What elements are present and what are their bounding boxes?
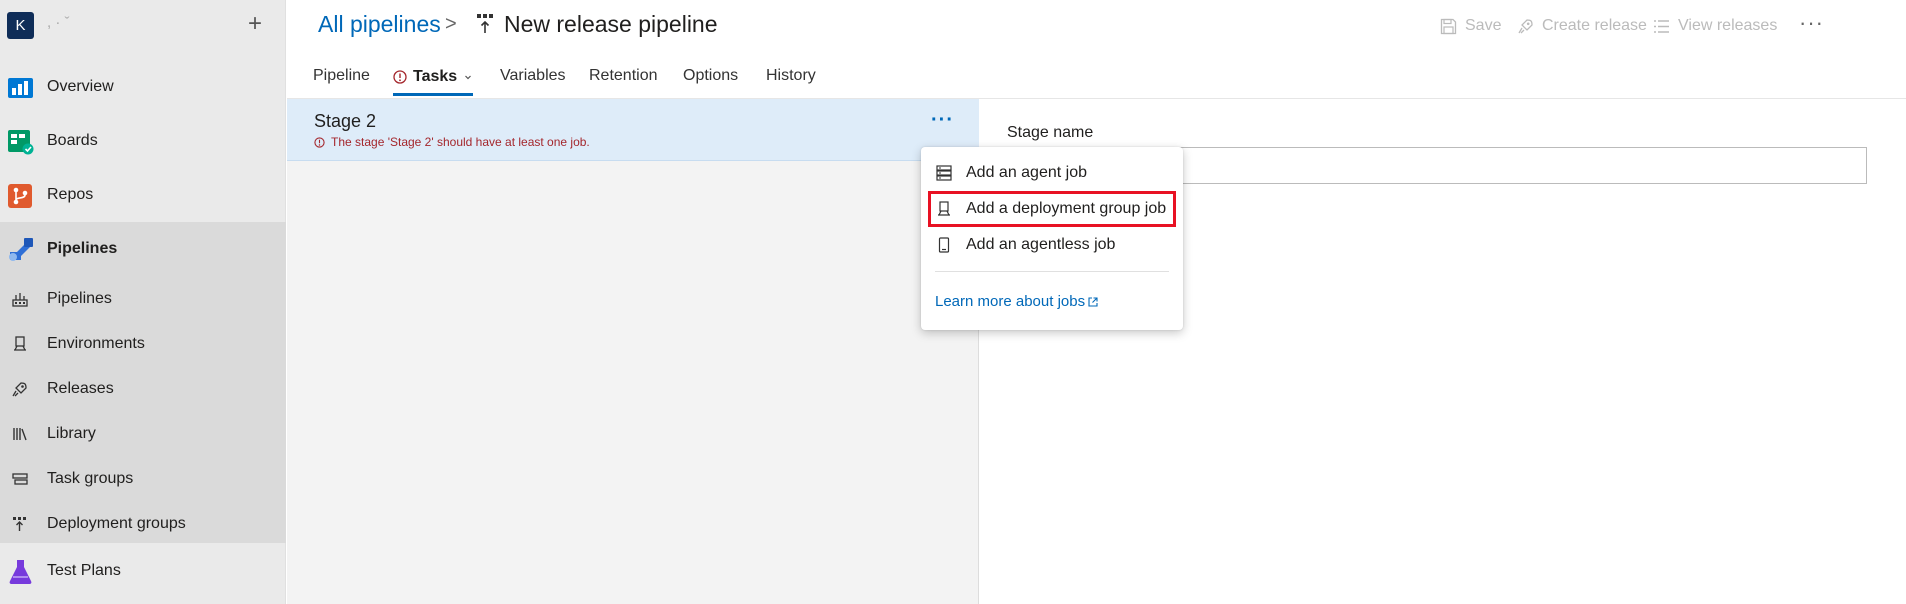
pipeline-canvas: Stage 2 The stage 'Stage 2' should have … xyxy=(287,99,979,604)
agentless-job-icon xyxy=(938,237,950,253)
learn-more-label: Learn more about jobs xyxy=(935,293,1086,310)
tab-pipeline[interactable]: Pipeline xyxy=(313,67,370,85)
highlight-box xyxy=(928,191,1176,227)
stage-warning-text: The stage 'Stage 2' should have at least… xyxy=(331,135,590,149)
agent-job-icon xyxy=(936,165,952,181)
task-groups-icon xyxy=(12,472,28,485)
menu-item-label: Add an agentless job xyxy=(966,236,1116,253)
org-avatar[interactable]: K xyxy=(7,12,34,39)
tab-variables[interactable]: Variables xyxy=(500,67,566,85)
subnav-item-pipelines[interactable]: Pipelines xyxy=(0,276,286,321)
boards-icon xyxy=(8,129,34,154)
add-project-button[interactable]: + xyxy=(248,10,262,38)
view-releases-label: View releases xyxy=(1678,17,1778,34)
tab-history[interactable]: History xyxy=(766,67,816,85)
tab-retention[interactable]: Retention xyxy=(589,67,658,85)
save-label: Save xyxy=(1465,17,1502,34)
external-link-icon xyxy=(1088,296,1098,307)
tab-tasks-label: Tasks xyxy=(413,67,458,85)
overview-icon xyxy=(8,77,33,98)
breadcrumb-separator: > xyxy=(445,13,457,35)
create-release-button[interactable]: Create release xyxy=(1517,17,1647,35)
subnav-item-label: Pipelines xyxy=(47,289,112,307)
subnav-item-label: Deployment groups xyxy=(47,514,186,532)
repos-icon xyxy=(8,183,32,208)
environments-icon xyxy=(14,335,26,351)
nav-item-label: Overview xyxy=(47,78,114,95)
nav-item-label: Pipelines xyxy=(47,240,118,257)
pipelines-icon xyxy=(9,237,33,261)
view-releases-button[interactable]: View releases xyxy=(1653,17,1777,35)
subnav-item-library[interactable]: Library xyxy=(0,411,286,456)
more-actions-button[interactable]: ··· xyxy=(1799,10,1824,36)
library-icon xyxy=(13,427,27,440)
nav-item-label: Test Plans xyxy=(47,562,121,579)
nav-item-overview[interactable]: Overview xyxy=(0,60,286,114)
page-header: All pipelines > New release pipeline Sav… xyxy=(287,0,1906,50)
nav-item-label: Repos xyxy=(47,186,94,203)
nav-item-boards[interactable]: Boards xyxy=(0,114,286,168)
subnav-item-environments[interactable]: Environments xyxy=(0,321,286,366)
stage-warning: The stage 'Stage 2' should have at least… xyxy=(314,135,590,149)
add-agentless-job-item[interactable]: Add an agentless job xyxy=(921,227,1183,263)
subnav-item-label: Task groups xyxy=(47,469,134,487)
subnav-item-deployment-groups[interactable]: Deployment groups xyxy=(0,501,286,546)
rocket-icon xyxy=(1518,18,1533,33)
left-navigation: K , · ˇ + Overview Boards Repos Pipeline… xyxy=(0,0,286,604)
tab-options[interactable]: Options xyxy=(683,67,738,85)
stage-name-label: Stage name xyxy=(1007,124,1094,141)
nav-item-pipelines[interactable]: Pipelines xyxy=(0,222,286,276)
error-icon xyxy=(314,136,325,148)
save-button[interactable]: Save xyxy=(1440,17,1501,35)
release-pipeline-icon xyxy=(477,14,493,33)
save-icon xyxy=(1440,18,1457,34)
pipelines-sub-icon xyxy=(12,292,28,307)
breadcrumb-all-pipelines[interactable]: All pipelines xyxy=(318,11,441,38)
nav-item-test-plans[interactable]: Test Plans xyxy=(0,544,286,598)
add-agent-job-item[interactable]: Add an agent job xyxy=(921,155,1183,191)
nav-item-repos[interactable]: Repos xyxy=(0,168,286,222)
releases-icon xyxy=(12,381,27,396)
nav-item-label: Boards xyxy=(47,132,98,149)
error-icon xyxy=(393,69,407,84)
create-release-label: Create release xyxy=(1542,17,1647,34)
deployment-groups-icon xyxy=(13,516,26,531)
menu-divider xyxy=(935,271,1169,272)
subnav-item-label: Library xyxy=(47,424,96,442)
org-name[interactable]: , · ˇ xyxy=(47,14,70,31)
add-job-menu: Add an agent job Add a deployment group … xyxy=(921,147,1183,330)
subnav-item-label: Environments xyxy=(47,334,145,352)
list-icon xyxy=(1654,19,1669,33)
org-header: K , · ˇ + xyxy=(0,0,286,50)
chevron-down-icon xyxy=(465,75,472,79)
stage-more-button[interactable]: ··· xyxy=(931,109,954,132)
pipelines-subnav: Pipelines Environments Releases Library xyxy=(0,276,286,543)
subnav-item-releases[interactable]: Releases xyxy=(0,366,286,411)
stage-name: Stage 2 xyxy=(314,111,377,131)
subnav-item-label: Releases xyxy=(47,379,114,397)
subnav-item-task-groups[interactable]: Task groups xyxy=(0,456,286,501)
test-plans-icon xyxy=(9,559,32,584)
stage-card[interactable]: Stage 2 The stage 'Stage 2' should have … xyxy=(287,99,979,161)
learn-more-link[interactable]: Learn more about jobs xyxy=(935,293,1098,310)
menu-item-label: Add an agent job xyxy=(966,164,1087,181)
page-title: New release pipeline xyxy=(504,11,718,37)
tab-tasks[interactable]: Tasks xyxy=(393,64,474,96)
